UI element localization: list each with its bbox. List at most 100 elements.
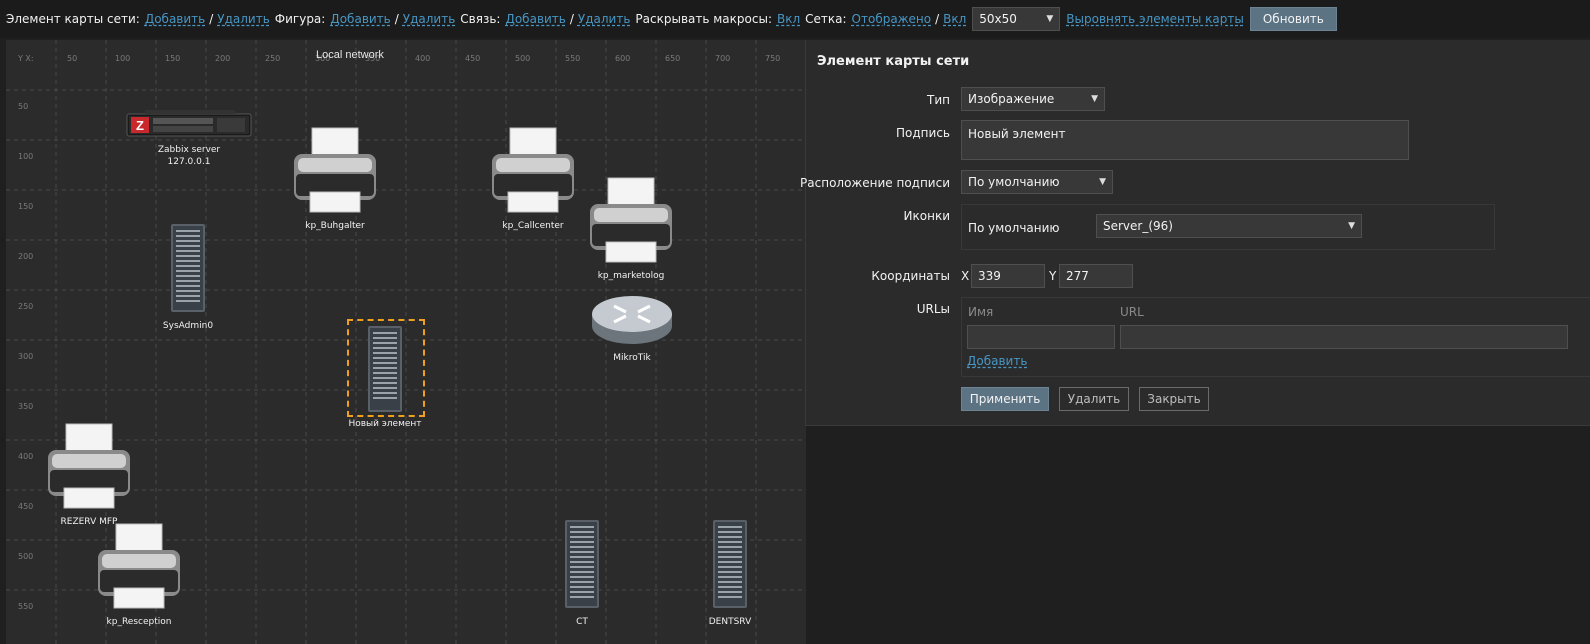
icons-box: По умолчанию Server_(96) ▼: [961, 204, 1495, 250]
printer-icon: [98, 523, 180, 609]
map-element-new[interactable]: Новый элемент: [337, 324, 433, 430]
remove-map-element-link[interactable]: Удалить: [217, 12, 270, 26]
grid-size-select[interactable]: 50x50 ▼: [972, 7, 1061, 31]
y-tick: 550: [18, 602, 34, 611]
remove-shape-link[interactable]: Удалить: [403, 12, 456, 26]
map-title: Local network: [316, 49, 384, 61]
update-button[interactable]: Обновить: [1249, 7, 1337, 31]
coord-y-input[interactable]: 277: [1059, 264, 1133, 288]
add-map-element-link[interactable]: Добавить: [145, 12, 205, 26]
type-label: Тип: [927, 93, 950, 107]
expand-macros-label: Раскрывать макросы:: [635, 12, 772, 26]
element-label: Новый элемент: [348, 419, 422, 429]
tower-server-icon: [565, 520, 599, 608]
element-label: Zabbix server: [157, 145, 221, 155]
y-tick: 150: [18, 202, 34, 211]
map-element-kp-resception[interactable]: kp_Resception: [92, 522, 186, 628]
printer-icon: [590, 177, 672, 263]
x-tick: 50: [67, 54, 78, 63]
close-button[interactable]: Закрыть: [1139, 387, 1209, 411]
axis-header: Y X:: [18, 54, 34, 63]
x-tick: 500: [515, 54, 531, 63]
y-tick: 350: [18, 402, 34, 411]
y-tick: 450: [18, 502, 34, 511]
icons-label: Иконки: [903, 209, 950, 223]
add-url-link[interactable]: Добавить: [967, 354, 1027, 368]
chevron-down-icon: ▼: [1046, 14, 1054, 24]
y-tick: 500: [18, 552, 34, 561]
grid-shown-toggle[interactable]: Отображено: [852, 12, 932, 26]
caption-label: Подпись: [896, 126, 950, 140]
element-label: kp_marketolog: [597, 271, 665, 281]
expand-macros-toggle[interactable]: Вкл: [777, 12, 800, 26]
coord-x-input[interactable]: 339: [971, 264, 1045, 288]
map-element-dentsrv[interactable]: DENTSRV: [690, 518, 770, 628]
tower-server-icon: [171, 224, 205, 312]
icon-default-value: Server_(96): [1103, 219, 1173, 233]
grid-size-value: 50x50: [979, 12, 1017, 26]
tower-server-icon: [713, 520, 747, 608]
urls-box: Имя URL Добавить: [961, 297, 1590, 377]
grid-snap-toggle[interactable]: Вкл: [943, 12, 966, 26]
x-tick: 650: [665, 54, 681, 63]
map-element-form: Элемент карты сети Тип Изображение ▼ Под…: [800, 40, 1590, 426]
map-element-kp-callcenter[interactable]: kp_Callcenter: [486, 126, 580, 232]
element-sublabel: 127.0.0.1: [167, 157, 211, 167]
map-element-zabbix-server[interactable]: Z Zabbix server 127.0.0.1: [124, 108, 254, 168]
x-tick: 250: [265, 54, 281, 63]
element-label: CT: [576, 617, 588, 627]
map-canvas[interactable]: Y X: 50 100 150 200 250 300 350 400 450 …: [6, 40, 806, 644]
link-label: Связь:: [460, 12, 501, 26]
element-label: kp_Callcenter: [502, 221, 564, 231]
shape-label: Фигура:: [274, 12, 326, 26]
map-element-kp-marketolog[interactable]: kp_marketolog: [584, 176, 678, 282]
x-tick: 600: [615, 54, 631, 63]
tower-server-icon: [368, 326, 402, 412]
url-name-input[interactable]: [967, 325, 1115, 349]
router-icon: [592, 296, 672, 344]
element-label: kp_Resception: [106, 617, 172, 627]
map-element-sysadmin0[interactable]: SysAdmin0: [148, 222, 228, 332]
label-location-select[interactable]: По умолчанию ▼: [961, 170, 1113, 194]
label-location-value: По умолчанию: [968, 175, 1060, 189]
coord-y-label: Y: [1049, 269, 1057, 283]
coordinates-label: Координаты: [871, 269, 950, 283]
type-value: Изображение: [968, 92, 1055, 106]
remove-link-link[interactable]: Удалить: [578, 12, 631, 26]
icon-default-select[interactable]: Server_(96) ▼: [1096, 214, 1362, 238]
caption-textarea[interactable]: Новый элемент: [961, 120, 1409, 160]
map-element-kp-buhgalter[interactable]: kp_Buhgalter: [288, 126, 382, 232]
delete-button[interactable]: Удалить: [1059, 387, 1129, 411]
apply-button[interactable]: Применить: [961, 387, 1049, 411]
separator: /: [935, 12, 940, 26]
grid-label: Сетка:: [805, 12, 847, 26]
url-name-header: Имя: [968, 305, 994, 319]
urls-label: URLы: [916, 302, 950, 316]
type-select[interactable]: Изображение ▼: [961, 87, 1105, 111]
align-elements-link[interactable]: Выровнять элементы карты: [1066, 12, 1244, 26]
element-label: kp_Buhgalter: [305, 221, 365, 231]
y-tick: 250: [18, 302, 34, 311]
separator: /: [209, 12, 214, 26]
y-tick: 400: [18, 452, 34, 461]
chevron-down-icon: ▼: [1099, 177, 1106, 187]
separator: /: [569, 12, 574, 26]
map-element-ct[interactable]: CT: [542, 518, 622, 628]
map-element-rezerv-mfp[interactable]: REZERV MFP: [42, 422, 136, 528]
icons-default-label: По умолчанию: [968, 221, 1060, 235]
element-label: MikroTik: [613, 353, 651, 363]
x-tick: 100: [115, 54, 131, 63]
label-location-label: Расположение подписи: [800, 176, 950, 190]
add-shape-link[interactable]: Добавить: [330, 12, 390, 26]
url-input[interactable]: [1120, 325, 1568, 349]
chevron-down-icon: ▼: [1348, 221, 1355, 231]
map-element-mikrotik[interactable]: MikroTik: [590, 292, 674, 364]
printer-icon: [48, 423, 130, 509]
y-tick: 50: [18, 102, 29, 111]
x-tick: 150: [165, 54, 181, 63]
svg-text:Z: Z: [136, 118, 144, 133]
add-link-link[interactable]: Добавить: [505, 12, 565, 26]
map-element-label: Элемент карты сети:: [6, 12, 140, 26]
x-tick: 550: [565, 54, 581, 63]
y-tick: 300: [18, 352, 34, 361]
